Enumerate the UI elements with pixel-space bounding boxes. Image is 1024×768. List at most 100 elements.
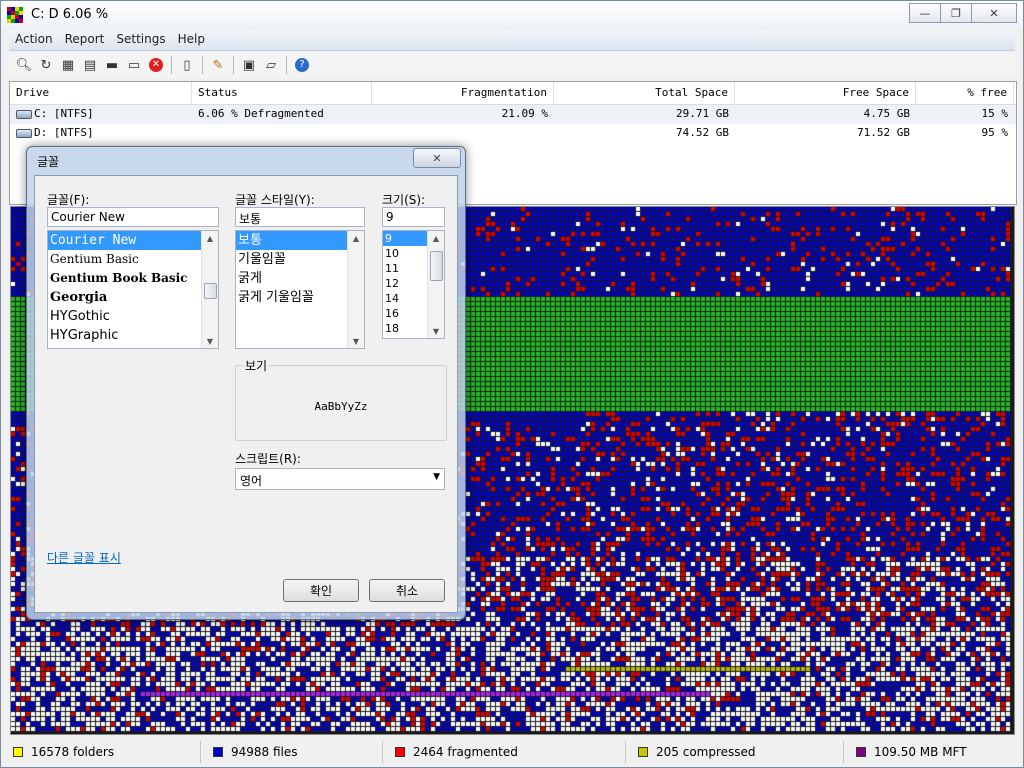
drive-fragmentation: 21.09 % [501,107,548,120]
script-select[interactable]: 영어 ▼ [235,468,445,490]
scroll-thumb[interactable] [204,283,217,299]
font-style-input[interactable]: 보통 [235,207,365,227]
drive-row-c[interactable]: C: [NTFS] 6.06 % Defragmented 21.09 % 29… [10,105,1016,124]
optimize-icon[interactable]: ▤ [79,55,101,75]
console-icon[interactable]: ▣ [238,55,260,75]
preview-label: 보기 [243,357,270,374]
style-list-scrollbar[interactable]: ▲ ▼ [347,231,364,348]
script-icon[interactable]: ▱ [260,55,282,75]
dialog-close-button[interactable]: ✕ [413,148,461,168]
status-folders: 16578 folders [1,741,201,763]
drive-percent-free: 95 % [981,126,1009,139]
drive-name: C: [NTFS] [34,107,94,120]
font-list-item[interactable]: Gentium Basic [48,250,218,269]
scroll-down-icon[interactable]: ▼ [428,324,444,338]
drive-row-d[interactable]: D: [NTFS] 74.52 GB 71.52 GB 95 % [10,124,1016,143]
column-header-percent-free[interactable]: % free [916,82,1014,104]
font-label: 글꼴(F): [47,193,90,207]
drive-name: D: [NTFS] [34,126,94,139]
scroll-down-icon[interactable]: ▼ [348,334,364,348]
drive-percent-free: 15 % [981,107,1009,120]
status-mft: 109.50 MB MFT [844,741,1023,763]
window-title: C: D 6.06 % [31,7,109,22]
font-name-input[interactable]: Courier New [47,207,219,227]
app-icon [7,7,23,23]
style-list-item[interactable]: 보통 [236,231,348,250]
drive-status [192,124,372,143]
preview-box: 보기 AaBbYyZz [235,357,447,441]
show-more-fonts-link[interactable]: 다른 글꼴 표시 [47,549,121,566]
font-list-item[interactable]: HYGraphic [48,326,218,345]
menu-action[interactable]: Action [9,30,59,50]
status-files: 94988 files [201,741,383,763]
scroll-up-icon[interactable]: ▲ [202,231,218,245]
hard-drive-icon [16,128,32,138]
menu-help[interactable]: Help [172,30,211,50]
scroll-thumb[interactable] [430,251,443,281]
font-list[interactable]: Courier New Gentium Basic Gentium Book B… [47,230,219,349]
minimize-button[interactable]: — [909,3,941,23]
font-list-item[interactable]: Gentium Book Basic [48,269,218,288]
toolbar-separator [286,56,287,74]
font-list-item[interactable]: HYGothic [48,307,218,326]
drive-total-space: 29.71 GB [676,107,729,120]
drive-free-space: 71.52 GB [857,126,910,139]
report-icon[interactable]: ▯ [176,55,198,75]
font-size-input[interactable]: 9 [382,207,445,227]
font-dialog: 글꼴 ✕ 글꼴(F): Courier New Courier New Gent… [26,146,466,620]
defrag-icon[interactable]: ▦ [57,55,79,75]
status-fragmented: 2464 fragmented [383,741,626,763]
drive-fragmentation [372,124,554,143]
settings-icon[interactable]: ✎ [207,55,229,75]
hard-drive-icon [16,109,32,119]
magnifier-icon[interactable]: 🔍︎ [13,55,35,75]
style-list-item[interactable]: 굵게 [236,269,364,288]
maximize-button[interactable]: ❐ [940,3,972,23]
toolbar-separator [202,56,203,74]
font-list-item[interactable]: Georgia [48,288,218,307]
drive-list-header: Drive Status Fragmentation Total Space F… [10,82,1016,105]
drive-icon[interactable]: ▭ [123,55,145,75]
fragmented-legend-swatch [395,747,405,757]
help-icon[interactable]: ? [291,55,313,75]
dialog-title: 글꼴 [37,155,60,169]
status-compressed: 205 compressed [626,741,844,763]
size-label: 크기(S): [382,193,426,207]
close-button[interactable]: ✕ [971,3,1017,23]
column-header-status[interactable]: Status [192,82,372,104]
title-bar: C: D 6.06 % — ❐ ✕ [1,1,1023,29]
disk-icon[interactable]: ▬ [101,55,123,75]
scroll-up-icon[interactable]: ▲ [428,231,444,245]
dialog-body: 글꼴(F): Courier New Courier New Gentium B… [34,175,458,613]
folders-legend-swatch [13,747,23,757]
refresh-icon[interactable]: ↻ [35,55,57,75]
script-label: 스크립트(R): [235,452,301,466]
dropdown-arrow-icon: ▼ [433,472,440,482]
scroll-up-icon[interactable]: ▲ [348,231,364,245]
column-header-fragmentation[interactable]: Fragmentation [372,82,554,104]
font-size-list[interactable]: 9 10 11 12 14 16 18 ▲ ▼ [382,230,445,339]
column-header-total-space[interactable]: Total Space [554,82,735,104]
preview-sample: AaBbYyZz [314,400,368,413]
cancel-button[interactable]: 취소 [369,579,445,602]
toolbar-separator [171,56,172,74]
compressed-legend-swatch [638,747,648,757]
scroll-down-icon[interactable]: ▼ [202,334,218,348]
column-header-drive[interactable]: Drive [10,82,192,104]
style-list-item[interactable]: 굵게 기울임꼴 [236,288,364,307]
drive-status: 6.06 % Defragmented [198,107,324,120]
style-list-item[interactable]: 기울임꼴 [236,250,364,269]
font-list-scrollbar[interactable]: ▲ ▼ [201,231,218,348]
font-style-list[interactable]: 보통 기울임꼴 굵게 굵게 기울임꼴 ▲ ▼ [235,230,365,349]
toolbar-separator [233,56,234,74]
column-header-free-space[interactable]: Free Space [735,82,916,104]
size-list-scrollbar[interactable]: ▲ ▼ [427,231,444,338]
drive-free-space: 4.75 GB [863,107,910,120]
drive-total-space: 74.52 GB [676,126,729,139]
menu-report[interactable]: Report [59,30,111,50]
menu-settings[interactable]: Settings [110,30,171,50]
size-list-item[interactable]: 9 [383,231,428,246]
stop-icon[interactable]: ✕ [145,55,167,75]
ok-button[interactable]: 확인 [283,579,359,602]
font-list-item[interactable]: Courier New [48,231,202,250]
